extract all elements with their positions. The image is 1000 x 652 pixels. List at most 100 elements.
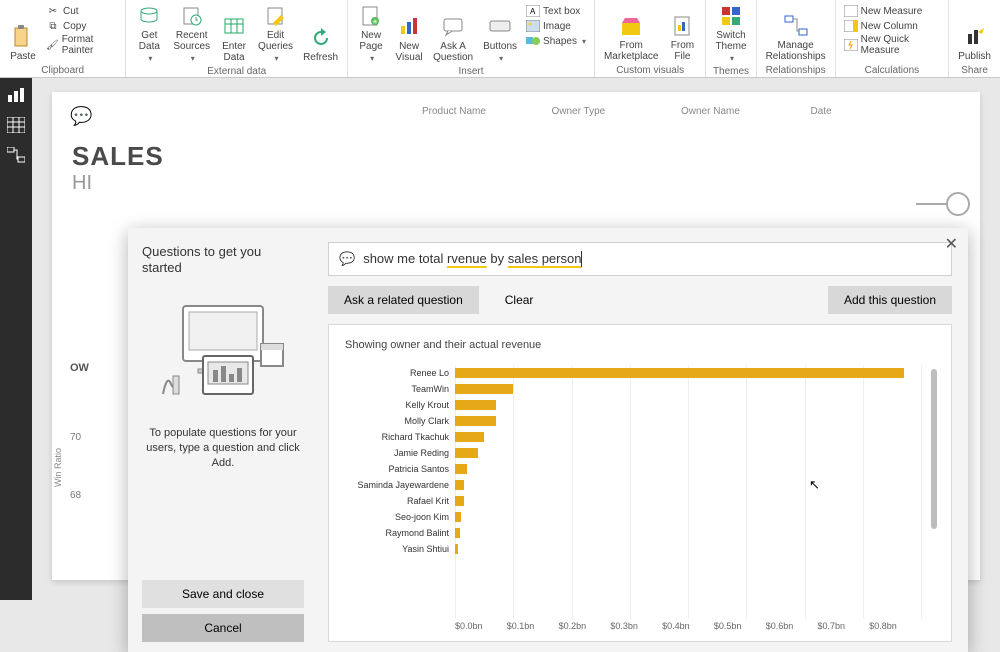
bar-label: Jamie Reding xyxy=(345,448,455,458)
data-icon xyxy=(137,4,161,28)
page-subtitle: HI xyxy=(72,172,960,195)
enter-data-button[interactable]: Enter Data xyxy=(217,2,251,65)
quick-icon xyxy=(844,38,858,52)
refresh-icon xyxy=(309,26,333,50)
bar-row: Yasin Shtiui xyxy=(345,541,921,557)
ribbon-group-relationships: Manage Relationships Relationships xyxy=(757,0,836,77)
ask-question-button[interactable]: Ask A Question xyxy=(430,2,476,65)
bar-row: Renee Lo xyxy=(345,365,921,381)
paste-button[interactable]: Paste xyxy=(6,2,40,64)
from-marketplace-button[interactable]: From Marketplace xyxy=(601,2,661,64)
data-view-icon[interactable] xyxy=(6,116,26,134)
x-axis: $0.0bn$0.1bn$0.2bn$0.3bn$0.4bn$0.5bn$0.6… xyxy=(455,621,921,635)
question-input[interactable]: 💬 show me total rvenue by sales person xyxy=(328,242,952,276)
chart-scrollbar[interactable] xyxy=(931,369,937,529)
bar-row: Kelly Krout xyxy=(345,397,921,413)
relationship-icon xyxy=(784,14,808,38)
chat-icon: 💬 xyxy=(339,251,355,267)
svg-text:A: A xyxy=(530,7,536,16)
bar-label: Seo-joon Kim xyxy=(345,512,455,522)
image-icon xyxy=(526,19,540,33)
page-title: SALES xyxy=(72,141,960,172)
ribbon-group-insert: ✳New Page▾ New Visual Ask A Question But… xyxy=(348,0,595,77)
bar-label: Raymond Balint xyxy=(345,528,455,538)
dialog-heading: Questions to get you started xyxy=(142,244,304,276)
edit-queries-button[interactable]: Edit Queries▾ xyxy=(255,2,296,65)
ribbon-group-clipboard: Paste ✂Cut ⧉Copy 🖌Format Painter Clipboa… xyxy=(0,0,126,77)
bar-label: Yasin Shtiui xyxy=(345,544,455,554)
copy-icon: ⧉ xyxy=(46,19,60,33)
new-measure-button[interactable]: New Measure xyxy=(842,4,943,18)
from-file-button[interactable]: From File xyxy=(665,2,699,64)
dialog-help-text: To populate questions for your users, ty… xyxy=(142,426,304,471)
bar-row: Molly Clark xyxy=(345,413,921,429)
comment-icon: 💬 xyxy=(70,106,92,127)
bar-row: TeamWin xyxy=(345,381,921,397)
model-view-icon[interactable] xyxy=(6,146,26,164)
bar-label: TeamWin xyxy=(345,384,455,394)
new-page-button[interactable]: ✳New Page▾ xyxy=(354,2,388,65)
question-icon xyxy=(441,15,465,39)
result-chart: Showing owner and their actual revenue R… xyxy=(328,324,952,642)
measure-icon xyxy=(844,4,858,18)
copy-button[interactable]: ⧉Copy xyxy=(44,19,119,33)
bar xyxy=(455,384,513,394)
bar xyxy=(455,448,478,458)
publish-button[interactable]: Publish xyxy=(955,2,994,64)
bar xyxy=(455,480,464,490)
bar-row: Jamie Reding xyxy=(345,445,921,461)
add-question-button[interactable]: Add this question xyxy=(828,286,952,314)
recent-icon xyxy=(180,4,204,28)
cut-button[interactable]: ✂Cut xyxy=(44,4,119,18)
recent-sources-button[interactable]: Recent Sources▾ xyxy=(170,2,213,65)
save-close-button[interactable]: Save and close xyxy=(142,580,304,608)
chart-title: Showing owner and their actual revenue xyxy=(345,339,935,351)
table-header: Product Name Owner Type Owner Name Date xyxy=(422,106,940,117)
clear-button[interactable]: Clear xyxy=(489,286,550,314)
brush-icon: 🖌 xyxy=(46,38,59,52)
image-button[interactable]: Image xyxy=(524,19,588,33)
ribbon: Paste ✂Cut ⧉Copy 🖌Format Painter Clipboa… xyxy=(0,0,1000,78)
bar-label: Richard Tkachuk xyxy=(345,432,455,442)
bar-row: Rafael Krit xyxy=(345,493,921,509)
bar xyxy=(455,416,496,426)
report-view-icon[interactable] xyxy=(6,86,26,104)
view-rail xyxy=(0,78,32,600)
switch-theme-button[interactable]: Switch Theme▾ xyxy=(712,2,749,65)
bar xyxy=(455,368,904,378)
questions-illustration xyxy=(153,296,293,416)
new-column-button[interactable]: New Column xyxy=(842,19,943,33)
shapes-icon xyxy=(526,34,540,48)
bar-row: Raymond Balint xyxy=(345,525,921,541)
cut-icon: ✂ xyxy=(46,4,60,18)
bar-label: Saminda Jayewardene xyxy=(345,480,455,490)
manage-relationships-button[interactable]: Manage Relationships xyxy=(763,2,829,64)
filter-token xyxy=(946,192,970,216)
bar xyxy=(455,544,458,554)
ribbon-group-share: Publish Share xyxy=(949,0,1000,77)
related-question-button[interactable]: Ask a related question xyxy=(328,286,479,314)
bar xyxy=(455,496,464,506)
shapes-button[interactable]: Shapes▾ xyxy=(524,34,588,48)
table-icon xyxy=(222,15,246,39)
get-data-button[interactable]: Get Data▾ xyxy=(132,2,166,65)
dialog-main: ✕ 💬 show me total rvenue by sales person… xyxy=(318,228,968,652)
close-icon[interactable]: ✕ xyxy=(945,234,958,254)
bar-label: Patricia Santos xyxy=(345,464,455,474)
bar xyxy=(455,400,496,410)
bar xyxy=(455,512,461,522)
report-canvas: 💬 SALES HI Product Name Owner Type Owner… xyxy=(32,78,1000,600)
file-icon xyxy=(670,14,694,38)
buttons-button[interactable]: Buttons▾ xyxy=(480,2,520,65)
format-painter-button[interactable]: 🖌Format Painter xyxy=(44,34,119,56)
new-visual-button[interactable]: New Visual xyxy=(392,2,426,65)
bar-label: Kelly Krout xyxy=(345,400,455,410)
new-quick-measure-button[interactable]: New Quick Measure xyxy=(842,34,943,56)
textbox-button[interactable]: AText box xyxy=(524,4,588,18)
refresh-button[interactable]: Refresh xyxy=(300,2,341,65)
cancel-button[interactable]: Cancel xyxy=(142,614,304,642)
bar-row: Richard Tkachuk xyxy=(345,429,921,445)
ribbon-group-external: Get Data▾ Recent Sources▾ Enter Data Edi… xyxy=(126,0,348,77)
bar-label: Rafael Krit xyxy=(345,496,455,506)
bar-chart: Renee Lo TeamWin Kelly Krout Molly Clark Ric… xyxy=(345,365,921,619)
